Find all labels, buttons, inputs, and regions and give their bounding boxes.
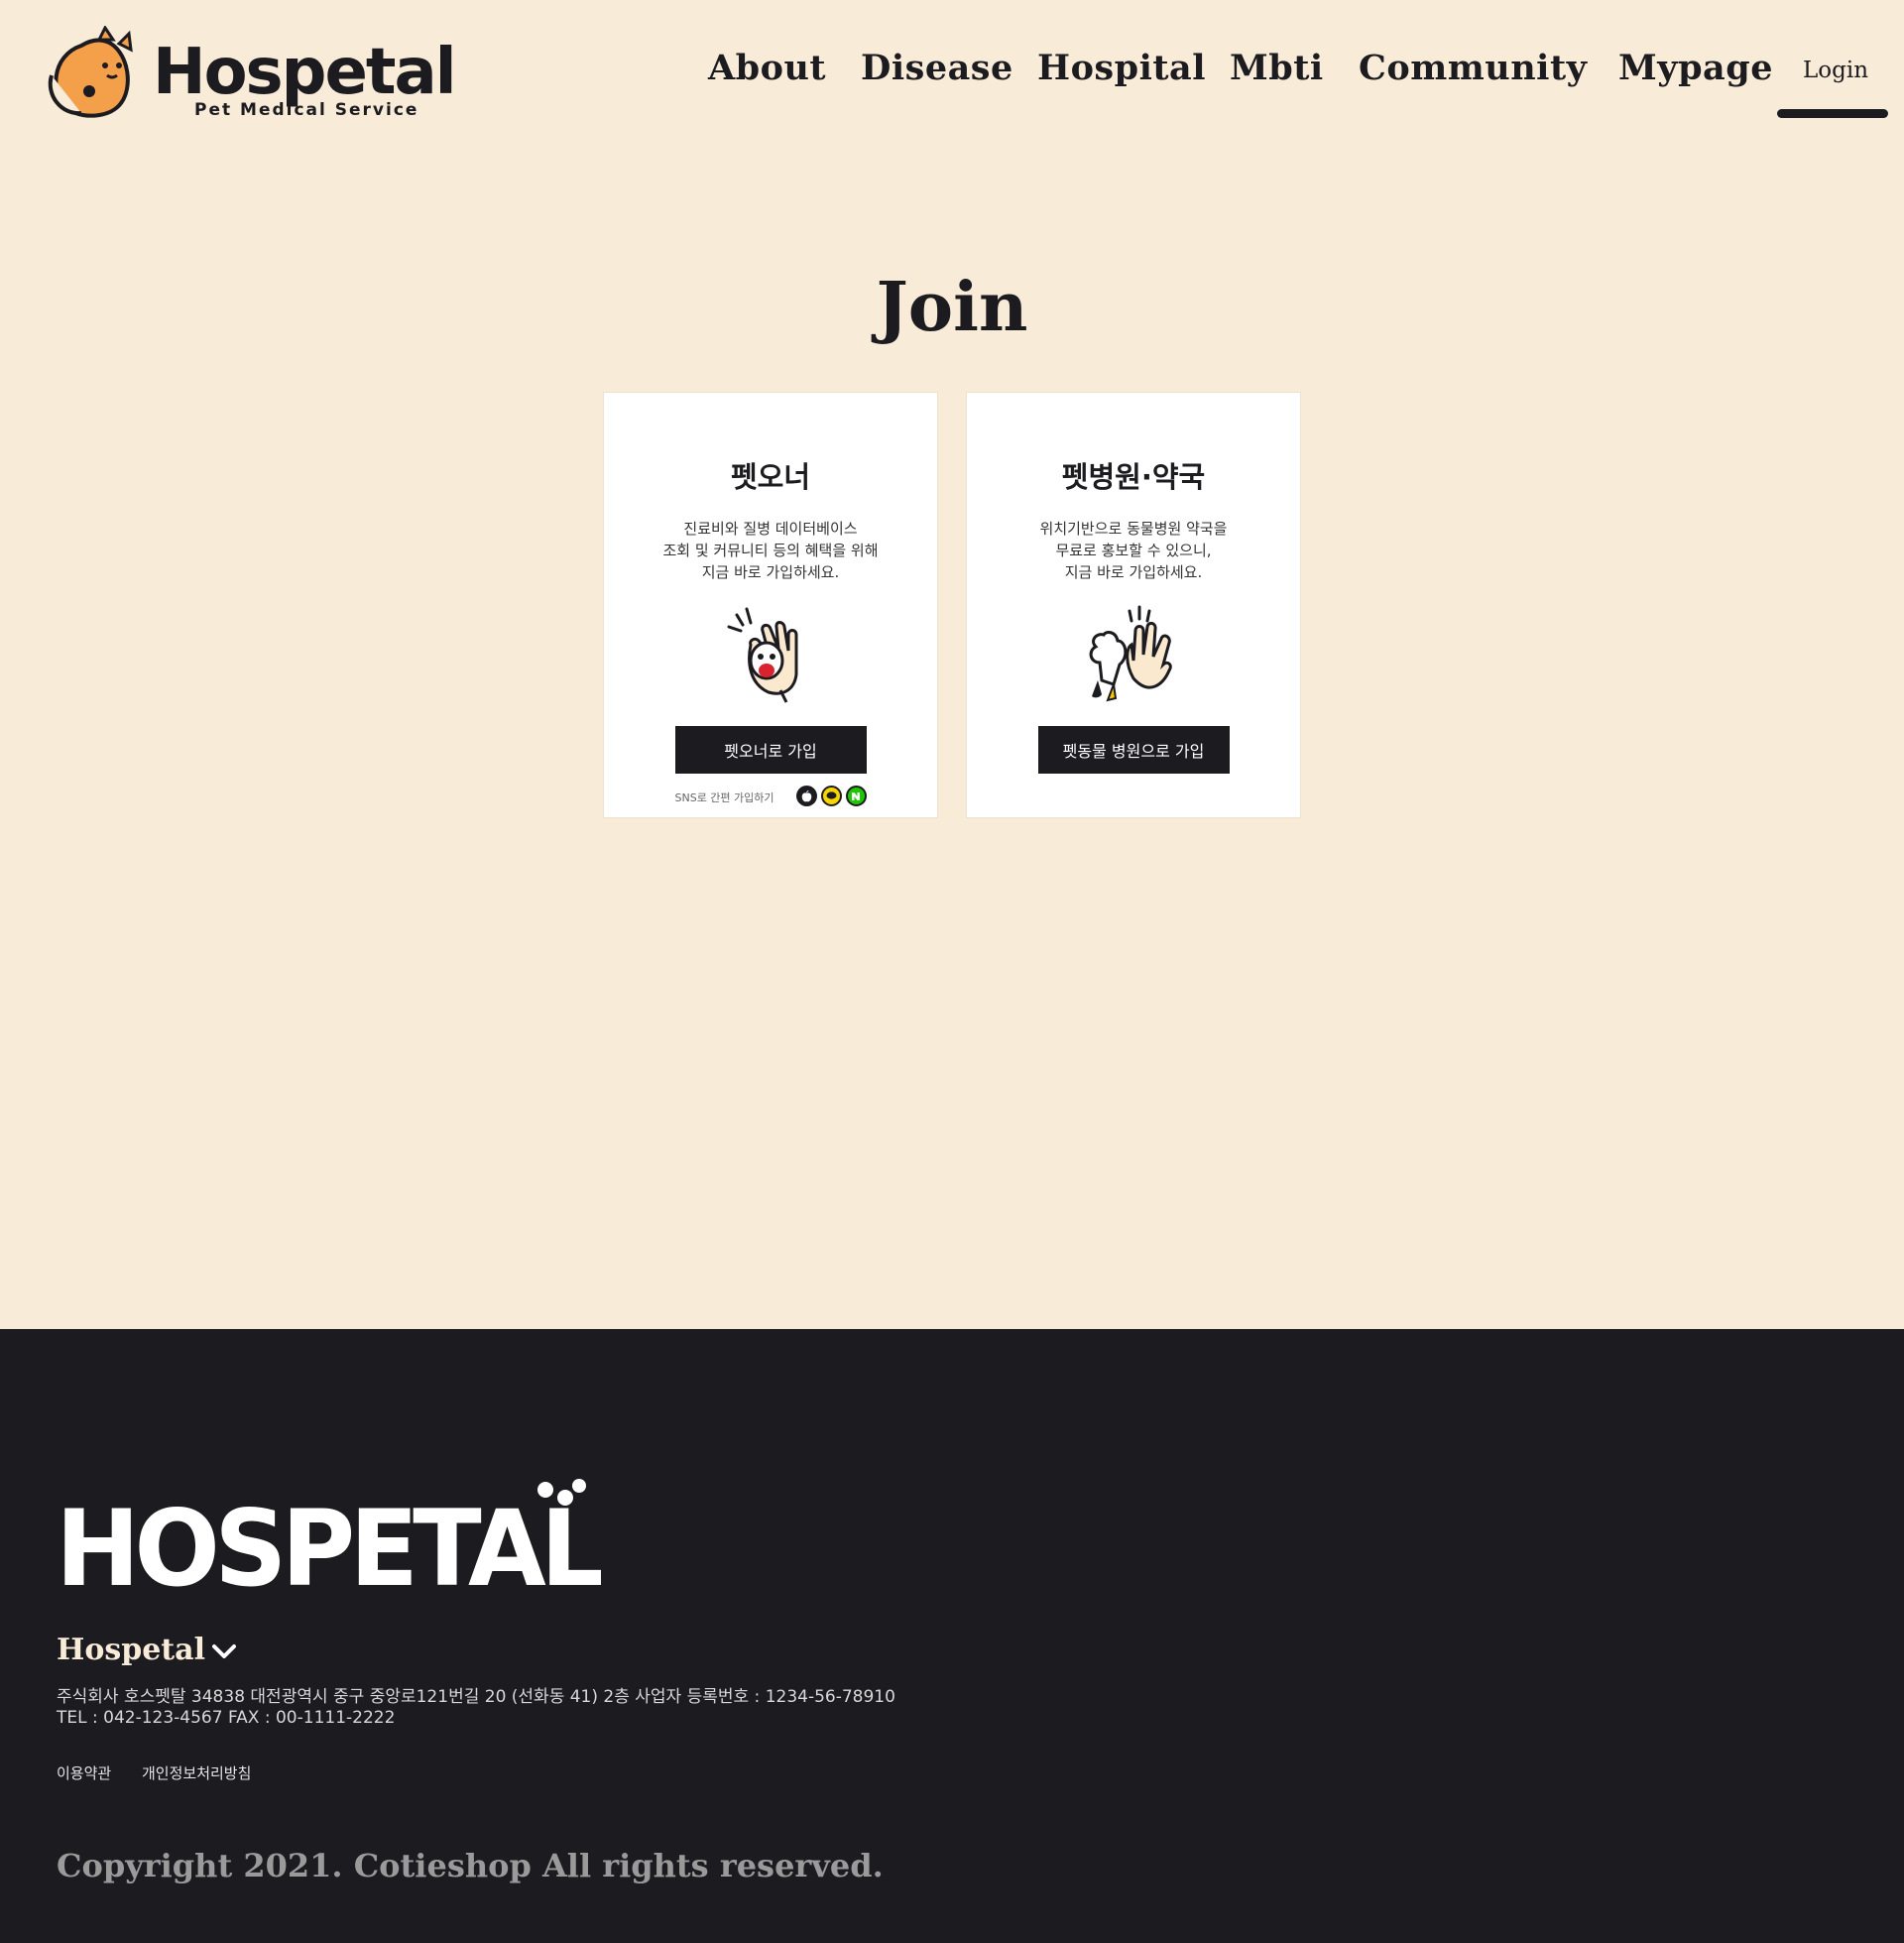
logo-tagline: Pet Medical Service	[194, 100, 418, 120]
hand-with-paw-illustration	[727, 607, 798, 703]
card-title: 펫오너	[730, 460, 811, 494]
footer-address: 주식회사 호스펫탈 34838 대전광역시 중구 중앙로121번길 20 (선화…	[57, 1687, 895, 1707]
sns-signup-row: SNS로 간편 가입하기	[675, 786, 867, 807]
card-description: 진료비와 질병 데이터베이스 조회 및 커뮤니티 등의 혜택을 위해 지금 바로…	[662, 520, 879, 581]
high-five-paw-illustration	[1089, 605, 1172, 702]
card-title: 펫병원·약국	[1061, 460, 1206, 494]
footer-link-privacy[interactable]: 개인정보처리방침	[142, 1762, 251, 1783]
join-pet-owner-button[interactable]: 펫오너로 가입	[674, 726, 867, 774]
footer-contact: TEL : 042-123-4567 FAX : 00-1111-2222	[57, 1708, 396, 1728]
pet-owner-card: 펫오너 진료비와 질병 데이터베이스 조회 및 커뮤니티 등의 혜택을 위해 지…	[603, 392, 938, 818]
nav-disease[interactable]: Disease	[861, 48, 1013, 88]
footer-logo-wordmark: HOSPETAL	[56, 1488, 601, 1597]
kakao-icon[interactable]	[820, 786, 842, 806]
footer-link-terms[interactable]: 이용약관	[57, 1762, 111, 1783]
nav-hospital[interactable]: Hospital	[1037, 48, 1206, 88]
site-footer: HOSPETAL Hospetal 주식회사 호스펫탈 34838 대전광역시 …	[0, 1329, 1904, 1943]
apple-icon[interactable]	[795, 786, 817, 806]
sns-signup-label: SNS로 간편 가입하기	[674, 791, 774, 804]
nav-mbti[interactable]: Mbti	[1230, 48, 1324, 88]
nav-community[interactable]: Community	[1359, 48, 1587, 88]
main-nav: About Disease Hospital Mbti Community My…	[0, 48, 1904, 97]
login-active-underline	[1777, 109, 1888, 118]
card-description: 위치기반으로 동물병원 약국을 무료로 홍보할 수 있으니, 지금 바로 가입하…	[1039, 520, 1228, 581]
naver-icon[interactable]	[845, 786, 867, 806]
chevron-down-icon[interactable]	[210, 1640, 238, 1664]
footer-brand-dropdown[interactable]: Hospetal	[57, 1633, 205, 1667]
nav-mypage[interactable]: Mypage	[1618, 48, 1773, 88]
site-header: Hospetal Pet Medical Service About Disea…	[0, 0, 1904, 149]
pet-hospital-card: 펫병원·약국 위치기반으로 동물병원 약국을 무료로 홍보할 수 있으니, 지금…	[966, 392, 1301, 818]
footer-copyright: Copyright 2021. Cotieshop All rights res…	[57, 1847, 884, 1884]
page-title: Join	[876, 268, 1028, 347]
nav-about[interactable]: About	[708, 48, 826, 88]
nav-login[interactable]: Login	[1803, 58, 1868, 83]
footer-logo[interactable]: HOSPETAL	[56, 1478, 601, 1597]
join-pet-hospital-button[interactable]: 펫동물 병원으로 가입	[1037, 726, 1230, 774]
